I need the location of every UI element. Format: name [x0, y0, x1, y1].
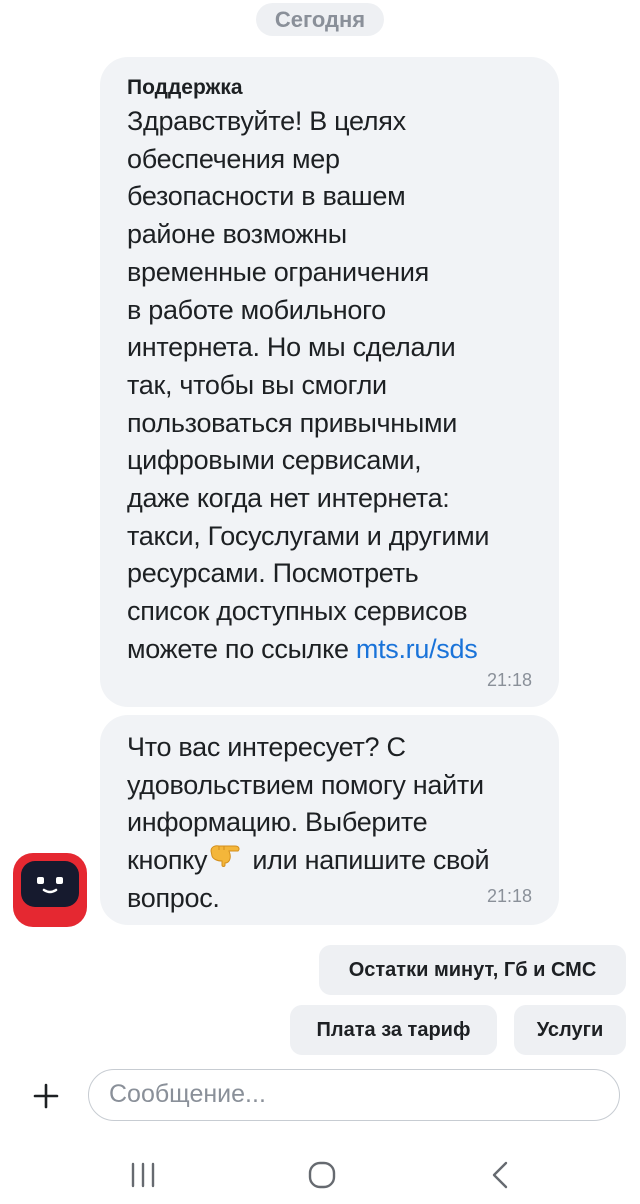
- message-line: такси, Госуслугами и другими: [127, 520, 490, 551]
- message-line: даже когда нет интернета:: [127, 483, 450, 514]
- backhand-index-pointing-down-icon: [209, 839, 243, 880]
- message-text: Что вас интересует? С удовольствием помо…: [127, 729, 533, 918]
- message-line: пользоваться привычными: [127, 407, 458, 438]
- message-line: Что вас интересует? С: [127, 732, 406, 762]
- recent-apps-icon[interactable]: [130, 1160, 156, 1190]
- message-line: безопасности в вашем: [127, 181, 406, 212]
- message-line: районе возможны: [127, 219, 347, 250]
- message-line: вопрос.: [127, 882, 220, 913]
- message-line: так, чтобы вы смогли: [127, 369, 387, 400]
- message-line: список доступных сервисов: [127, 596, 468, 627]
- message-bubble-bot: Что вас интересует? С удовольствием помо…: [100, 715, 559, 925]
- message-bubble-support: Поддержка Здравствуйте! В целях обеспече…: [100, 57, 559, 707]
- back-icon[interactable]: [488, 1160, 512, 1190]
- plus-icon[interactable]: [22, 1076, 70, 1116]
- message-line-part: или напишите свой: [245, 845, 490, 876]
- message-line: цифровыми сервисами,: [127, 445, 422, 476]
- quick-reply-services[interactable]: Услуги: [514, 1005, 626, 1055]
- message-line: информацию. Выберите: [127, 807, 428, 838]
- quick-reply-tariff-fee[interactable]: Плата за тариф: [290, 1005, 497, 1055]
- date-separator: Сегодня: [256, 3, 384, 36]
- service-list-link[interactable]: mts.ru/sds: [356, 634, 478, 664]
- message-line: ресурсами. Посмотреть: [127, 558, 419, 589]
- message-line: удовольствием помогу найти: [127, 769, 484, 800]
- message-line: можете по ссылке mts.ru/sds: [127, 631, 533, 669]
- message-line: временные ограничения: [127, 256, 429, 287]
- message-time: 21:18: [486, 670, 532, 690]
- message-sender: Поддержка: [127, 76, 243, 99]
- home-icon[interactable]: [307, 1160, 337, 1190]
- message-line: обеспечения мер: [127, 143, 340, 174]
- message-text: Здравствуйте! В целях обеспечения мер бе…: [127, 103, 533, 669]
- message-line: интернета. Но мы сделали: [127, 332, 456, 363]
- bot-face: [21, 861, 79, 907]
- quick-reply-balance[interactable]: Остатки минут, Гб и СМС: [319, 945, 626, 995]
- message-line: Здравствуйте! В целях: [127, 106, 406, 136]
- bot-avatar: [13, 853, 87, 927]
- message-line-prefix: можете по ссылке: [127, 633, 356, 664]
- message-time: 21:18: [486, 886, 532, 906]
- message-line: кнопку или напишите свой: [127, 842, 533, 880]
- message-line-part: кнопку: [127, 845, 208, 876]
- message-line: в работе мобильного: [127, 294, 386, 325]
- message-input[interactable]: Сообщение...: [88, 1069, 620, 1121]
